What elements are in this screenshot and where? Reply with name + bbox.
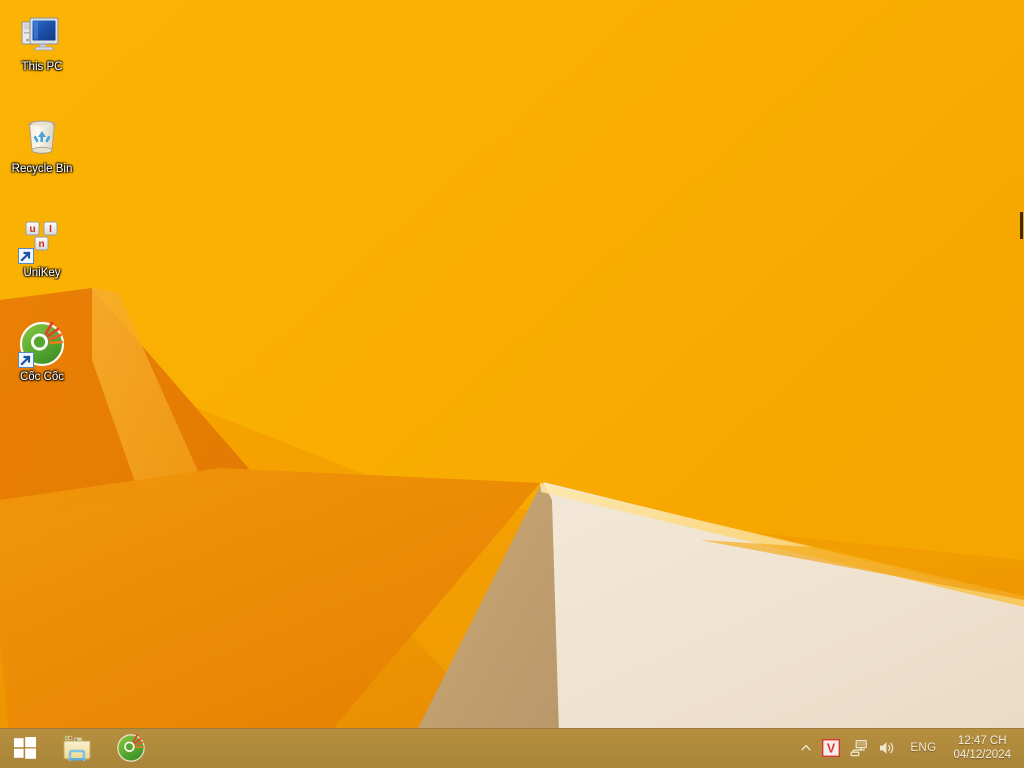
desktop-icon-label: UniKey [23, 267, 61, 279]
folder-icon [63, 735, 91, 762]
svg-text:V: V [827, 741, 836, 755]
shortcut-arrow-icon [18, 352, 34, 368]
desktop-icon-label: This PC [21, 61, 63, 73]
coccoc-icon [117, 734, 145, 762]
clock-time: 12:47 CH [957, 735, 1007, 747]
tray-overflow-button[interactable] [795, 728, 817, 768]
desktop-icon-recycle-bin[interactable]: Recycle Bin [4, 112, 80, 176]
desktop-wallpaper [0, 0, 1024, 768]
desktop-icon-layer: This PC Recycle Bin u I n UniKey Cốc Cốc [0, 0, 110, 720]
taskbar-pinned-items [50, 728, 158, 768]
start-button[interactable] [0, 728, 50, 768]
taskbar-clock[interactable]: 12:47 CH 04/12/2024 [945, 728, 1022, 768]
chevron-up-icon [801, 744, 812, 751]
svg-text:n: n [38, 239, 44, 250]
taskbar-item-coccoc[interactable] [104, 728, 158, 768]
desktop-icon-this-pc[interactable]: This PC [4, 10, 80, 74]
network-icon [850, 739, 868, 757]
recycle-bin-icon [18, 112, 66, 160]
svg-text:u: u [29, 224, 35, 235]
unikey-v-icon: V [822, 739, 841, 757]
system-tray: V ENG 12:47 CH 04/12/2024 [795, 728, 1024, 768]
speaker-icon [880, 742, 894, 754]
tray-item-network[interactable] [845, 728, 873, 768]
shortcut-arrow-icon [18, 248, 34, 264]
tray-item-volume[interactable] [873, 728, 901, 768]
tray-language-indicator[interactable]: ENG [901, 728, 945, 768]
clock-date: 04/12/2024 [953, 749, 1011, 761]
desktop-icon-label: Recycle Bin [11, 163, 73, 175]
taskbar-item-file-explorer[interactable] [50, 728, 104, 768]
desktop-icon-label: Cốc Cốc [19, 371, 65, 383]
desktop-icon-unikey[interactable]: u I n UniKey [4, 216, 80, 280]
coccoc-icon [18, 320, 66, 368]
tray-item-unikey[interactable]: V [817, 728, 845, 768]
svg-text:I: I [49, 224, 52, 235]
taskbar-empty-area[interactable] [158, 728, 795, 768]
offscreen-window-edge [1020, 212, 1023, 239]
desktop[interactable]: This PC Recycle Bin u I n UniKey Cốc Cốc… [0, 0, 1024, 768]
taskbar[interactable]: V ENG 12:47 CH 04/12/2024 [0, 728, 1024, 768]
windows-logo-icon [14, 737, 36, 759]
unikey-icon: u I n [18, 216, 66, 264]
desktop-icon-coccoc[interactable]: Cốc Cốc [4, 320, 80, 384]
computer-icon [18, 10, 66, 58]
